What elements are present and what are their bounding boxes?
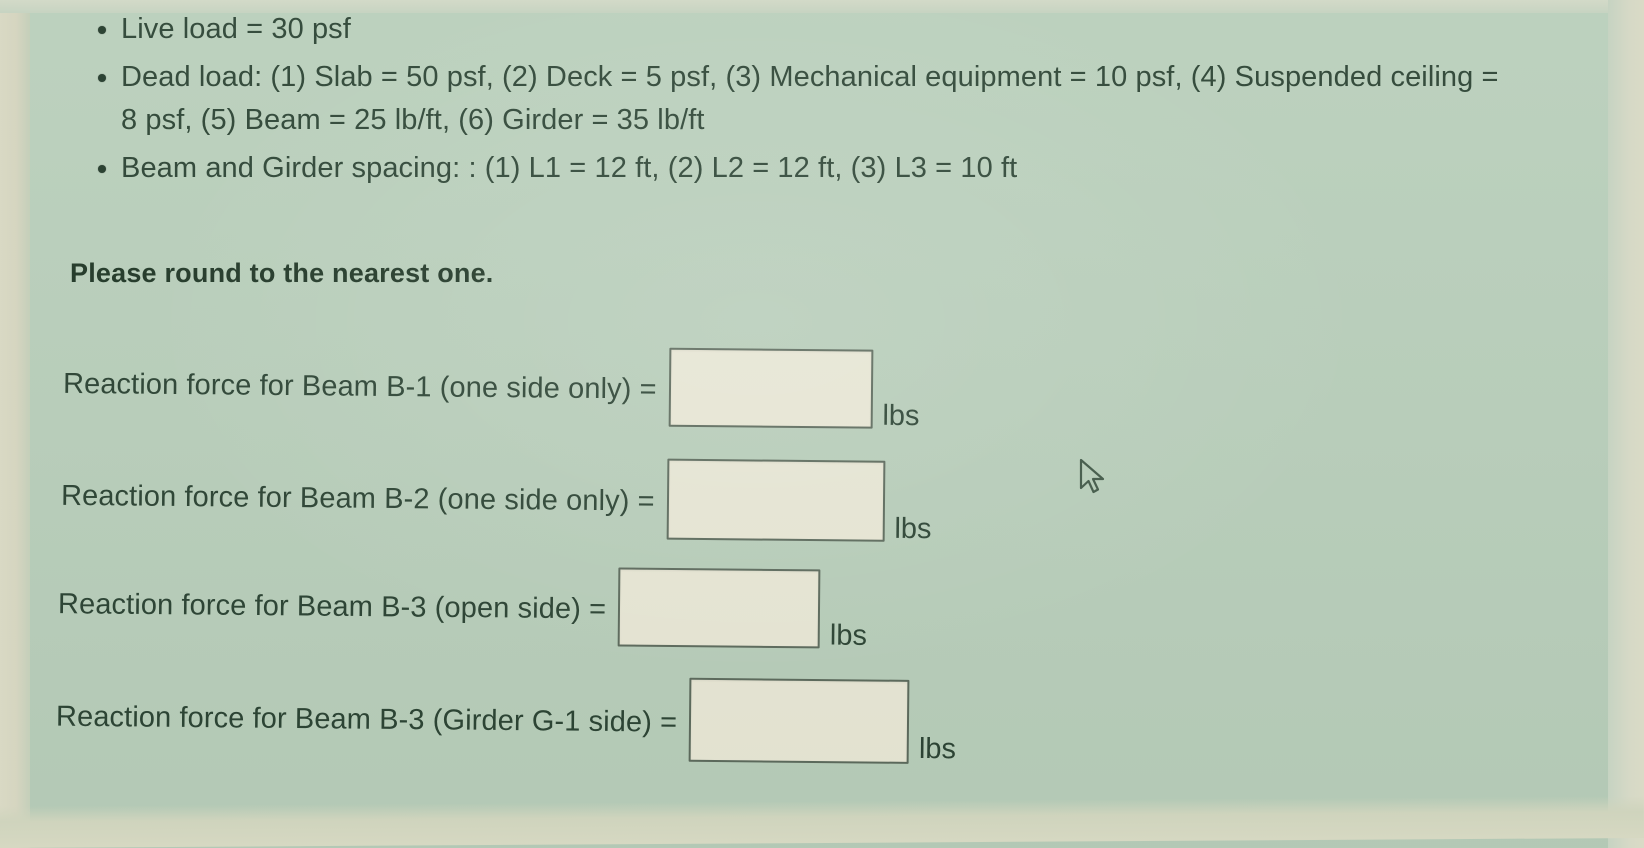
answer-row-b3-open: Reaction force for Beam B-3 (open side) … bbox=[58, 562, 868, 655]
rounding-instruction: Please round to the nearest one. bbox=[70, 258, 494, 288]
answer-unit-b3-girder: lbs bbox=[918, 732, 957, 766]
answer-unit-b2: lbs bbox=[894, 512, 932, 546]
screen: Live load = 30 psf Dead load: (1) Slab =… bbox=[0, 0, 1644, 848]
answer-label-b2: Reaction force for Beam B-2 (one side on… bbox=[60, 479, 655, 518]
answer-input-b1[interactable] bbox=[668, 347, 874, 429]
given-data-list: Live load = 30 psf Dead load: (1) Slab =… bbox=[72, 8, 1522, 190]
answer-label-b3-girder: Reaction force for Beam B-3 (Girder G-1 … bbox=[55, 700, 678, 739]
answer-input-b3-open[interactable] bbox=[617, 567, 821, 649]
answer-unit-b3-open: lbs bbox=[829, 619, 868, 652]
question-content: Live load = 30 psf Dead load: (1) Slab =… bbox=[0, 0, 1644, 848]
answer-row-b2: Reaction force for Beam B-2 (one side on… bbox=[61, 453, 933, 548]
list-item: Live load = 30 psf bbox=[72, 8, 1522, 51]
answer-unit-b1: lbs bbox=[882, 399, 920, 433]
answer-row-b1: Reaction force for Beam B-1 (one side on… bbox=[63, 342, 921, 435]
bullet-dot-icon bbox=[98, 165, 106, 173]
answer-label-b1: Reaction force for Beam B-1 (one side on… bbox=[62, 367, 657, 406]
answer-input-b3-girder[interactable] bbox=[688, 677, 910, 764]
bullet-dot-icon bbox=[98, 74, 106, 82]
list-item: Beam and Girder spacing: : (1) L1 = 12 f… bbox=[72, 147, 1522, 190]
list-item: Dead load: (1) Slab = 50 psf, (2) Deck =… bbox=[72, 56, 1522, 142]
answer-input-b2[interactable] bbox=[666, 458, 886, 542]
bullet-dot-icon bbox=[98, 26, 106, 34]
answer-label-b3-open: Reaction force for Beam B-3 (open side) … bbox=[57, 588, 607, 626]
answer-row-b3-girder: Reaction force for Beam B-3 (Girder G-1 … bbox=[56, 672, 957, 771]
given-live-load: Live load = 30 psf bbox=[121, 13, 351, 45]
given-spacing: Beam and Girder spacing: : (1) L1 = 12 f… bbox=[121, 152, 1018, 184]
given-dead-load: Dead load: (1) Slab = 50 psf, (2) Deck =… bbox=[121, 61, 1499, 136]
